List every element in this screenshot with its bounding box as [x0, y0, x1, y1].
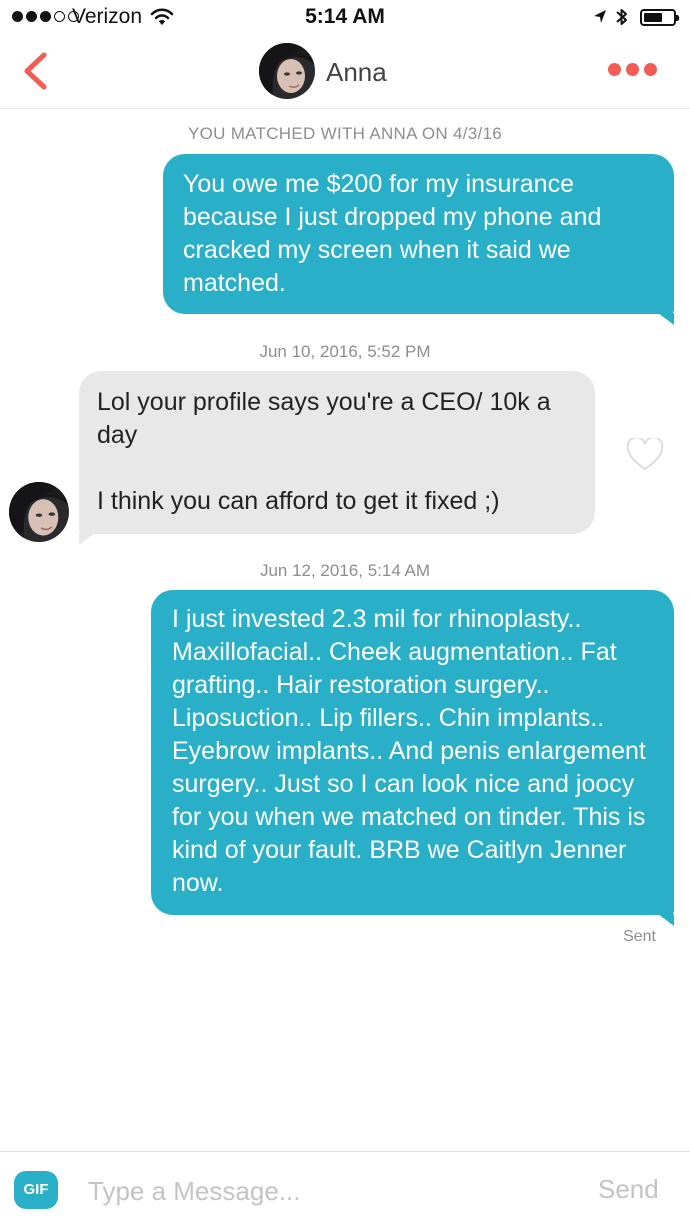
message-input[interactable] — [88, 1172, 568, 1210]
location-arrow-icon — [592, 8, 608, 31]
message-composer: GIF Send — [0, 1151, 690, 1228]
send-button[interactable]: Send — [598, 1174, 659, 1205]
back-chevron-icon[interactable] — [16, 50, 54, 97]
more-options-icon[interactable] — [608, 63, 657, 76]
message-text: Lol your profile says you're a CEO/ 10k … — [97, 388, 551, 515]
timestamp: Jun 10, 2016, 5:52 PM — [259, 342, 431, 361]
bubble-tail — [79, 533, 95, 545]
battery-icon — [640, 9, 679, 26]
message-text: I just invested 2.3 mil for rhinoplasty.… — [172, 605, 646, 897]
bubble-tail — [658, 914, 674, 926]
message-text: You owe me $200 for my insurance because… — [183, 170, 602, 297]
match-notice: YOU MATCHED WITH ANNA ON 4/3/16 — [187, 124, 503, 143]
sent-message-bubble[interactable]: You owe me $200 for my insurance because… — [163, 154, 674, 314]
timestamp: Jun 12, 2016, 5:14 AM — [259, 561, 431, 580]
like-heart-icon[interactable] — [626, 436, 664, 477]
sender-avatar[interactable] — [9, 482, 69, 542]
gif-button[interactable]: GIF — [14, 1171, 58, 1209]
delivery-status: Sent — [623, 928, 656, 945]
status-bar: Verizon 5:14 AM — [0, 0, 690, 36]
status-time: 5:14 AM — [305, 5, 385, 28]
received-message-bubble[interactable]: Lol your profile says you're a CEO/ 10k … — [79, 371, 595, 534]
chat-header: Anna — [0, 36, 690, 109]
contact-avatar[interactable] — [259, 43, 315, 99]
contact-name[interactable]: Anna — [326, 57, 387, 88]
sent-message-bubble[interactable]: I just invested 2.3 mil for rhinoplasty.… — [151, 590, 674, 915]
bubble-tail — [658, 313, 674, 325]
bluetooth-icon — [615, 6, 629, 33]
